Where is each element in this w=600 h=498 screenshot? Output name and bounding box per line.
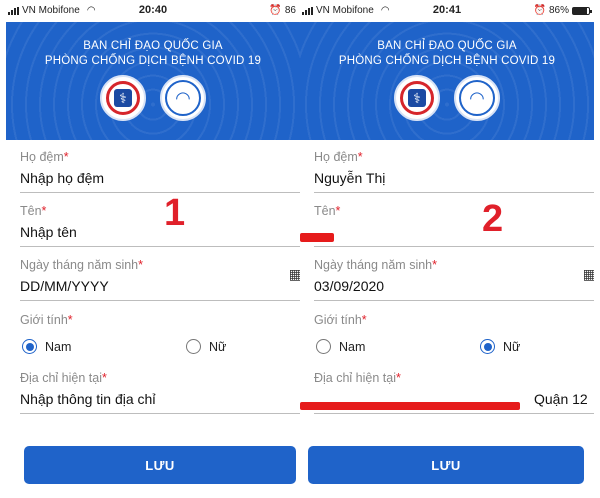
- save-button[interactable]: LƯU: [24, 446, 296, 484]
- required-marker: *: [63, 150, 69, 164]
- alarm-icon: ⏰: [269, 5, 282, 16]
- gender-male-label: Nam: [339, 339, 366, 354]
- dob-field: Ngày tháng năm sinh* DD/MM/YYYY ▦: [20, 258, 300, 301]
- battery-percent: 86%: [548, 5, 569, 16]
- status-bar: VN Mobifone ◠ 20:40 ⏰ 86: [6, 0, 300, 22]
- name-input[interactable]: Nhập tên: [20, 224, 300, 247]
- battery-icon: [572, 6, 592, 15]
- required-marker: *: [41, 204, 47, 218]
- address-input[interactable]: Nhập thông tin địa chỉ: [20, 391, 300, 414]
- address-label: Địa chỉ hiện tại: [314, 371, 396, 385]
- gender-female-label: Nữ: [209, 339, 227, 354]
- gender-field: Giới tính* Nam Nữ: [20, 313, 300, 363]
- surname-field: Họ đệm* Nguyễn Thị: [314, 150, 594, 193]
- steering-committee-logo: ◠: [160, 75, 206, 121]
- dob-field: Ngày tháng năm sinh* 03/09/2020 ▦: [314, 258, 594, 301]
- gender-female-label: Nữ: [503, 339, 521, 354]
- calendar-icon[interactable]: ▦: [289, 266, 300, 283]
- radio-selected-icon: [480, 339, 495, 354]
- calendar-icon[interactable]: ▦: [583, 266, 594, 283]
- gender-male-label: Nam: [45, 339, 72, 354]
- required-marker: *: [102, 371, 107, 385]
- required-marker: *: [432, 258, 438, 272]
- banner-title: BAN CHỈ ĐẠO QUỐC GIA: [377, 40, 517, 52]
- battery-percent: 86: [284, 5, 296, 16]
- surname-field: Họ đệm* Nhập họ đệm: [20, 150, 300, 193]
- steering-committee-logo: ◠: [454, 75, 500, 121]
- name-label: Tên: [20, 204, 42, 218]
- gender-female-option[interactable]: Nữ: [480, 339, 520, 354]
- redaction-mark: [300, 233, 334, 242]
- surname-input[interactable]: Nhập họ đệm: [20, 170, 300, 193]
- battery-fill: [573, 7, 587, 14]
- address-field: Địa chỉ hiện tại* Nhập thông tin địa chỉ: [20, 371, 300, 414]
- radio-unselected-icon: [186, 339, 201, 354]
- name-label: Tên: [314, 204, 336, 218]
- alarm-icon: ⏰: [533, 5, 546, 16]
- name-input[interactable]: [314, 224, 594, 247]
- name-field: Tên* Nhập tên: [20, 204, 300, 247]
- banner-subtitle: PHÒNG CHỐNG DỊCH BỆNH COVID 19: [338, 55, 556, 67]
- status-bar: VN Mobifone ◠ 20:41 ⏰ 86%: [300, 0, 594, 22]
- dob-input[interactable]: 03/09/2020: [314, 278, 384, 294]
- screen-1: VN Mobifone ◠ 20:40 ⏰ 86 BAN CHỈ ĐẠO QUỐ…: [6, 0, 300, 498]
- header-banner: BAN CHỈ ĐẠO QUỐC GIA PHÒNG CHỐNG DỊCH BỆ…: [6, 22, 300, 140]
- dob-input[interactable]: DD/MM/YYYY: [20, 278, 109, 294]
- address-label: Địa chỉ hiện tại: [20, 371, 102, 385]
- gender-label: Giới tính: [20, 313, 68, 327]
- surname-input[interactable]: Nguyễn Thị: [314, 170, 594, 193]
- required-marker: *: [335, 204, 341, 218]
- banner-subtitle: PHÒNG CHỐNG DỊCH BỆNH COVID 19: [44, 55, 262, 67]
- radio-selected-icon: [22, 339, 37, 354]
- required-marker: *: [138, 258, 144, 272]
- step-number: 1: [164, 192, 186, 234]
- gender-field: Giới tính* Nam Nữ: [314, 313, 594, 363]
- banner-title: BAN CHỈ ĐẠO QUỐC GIA: [83, 40, 223, 52]
- gender-male-option[interactable]: Nam: [316, 339, 365, 354]
- surname-label: Họ đệm: [314, 150, 358, 164]
- gender-female-option[interactable]: Nữ: [186, 339, 226, 354]
- gender-label: Giới tính: [314, 313, 362, 327]
- surname-label: Họ đệm: [20, 150, 64, 164]
- clock: 20:40: [138, 4, 168, 16]
- ministry-of-health-logo: ⚕: [100, 75, 146, 121]
- redaction-mark: [300, 402, 520, 410]
- gender-male-option[interactable]: Nam: [22, 339, 71, 354]
- required-marker: *: [357, 150, 363, 164]
- screen-2: VN Mobifone ◠ 20:41 ⏰ 86% BAN CHỈ ĐẠO QU…: [300, 0, 594, 498]
- required-marker: *: [396, 371, 401, 385]
- dob-label: Ngày tháng năm sinh: [314, 258, 433, 272]
- required-marker: *: [361, 313, 367, 327]
- ministry-of-health-logo: ⚕: [394, 75, 440, 121]
- radio-unselected-icon: [316, 339, 331, 354]
- dob-label: Ngày tháng năm sinh: [20, 258, 139, 272]
- save-button[interactable]: LƯU: [308, 446, 584, 484]
- required-marker: *: [67, 313, 73, 327]
- name-field: Tên*: [314, 204, 594, 247]
- header-banner: BAN CHỈ ĐẠO QUỐC GIA PHÒNG CHỐNG DỊCH BỆ…: [300, 22, 594, 140]
- step-number: 2: [482, 198, 504, 240]
